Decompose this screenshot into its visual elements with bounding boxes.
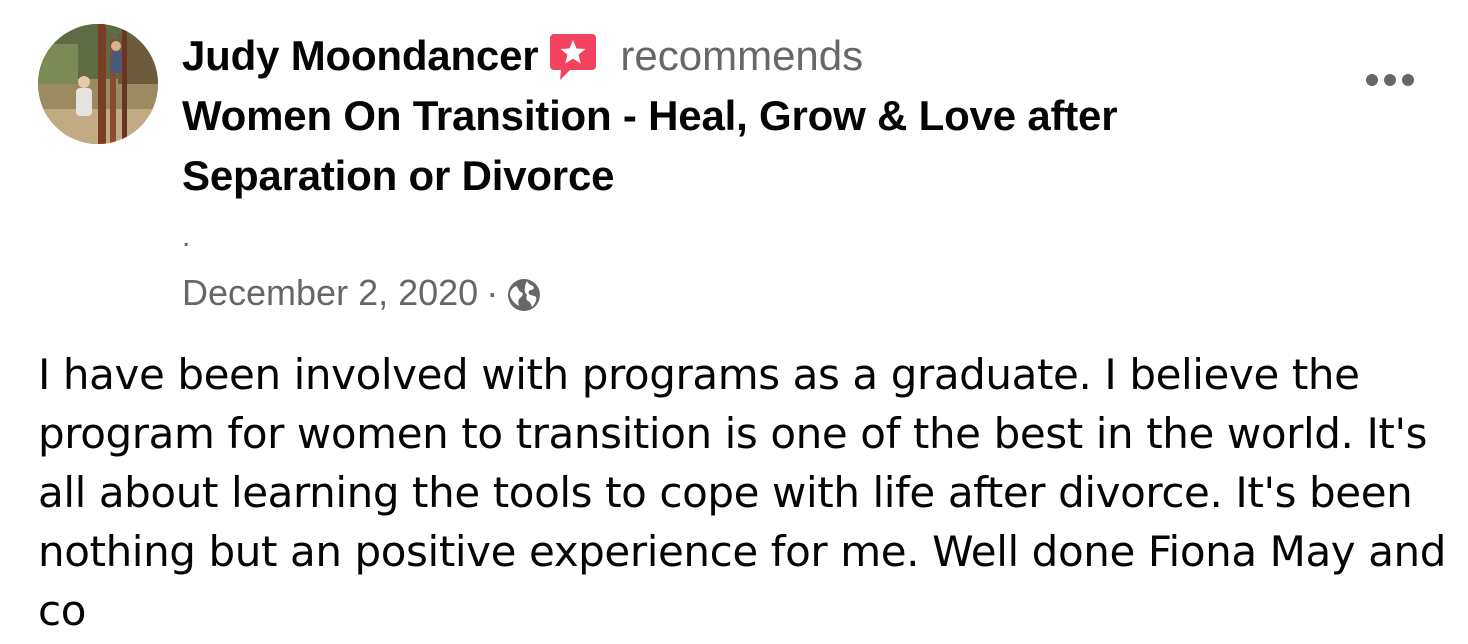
- globe-icon[interactable]: [506, 277, 542, 313]
- avatar[interactable]: [38, 24, 158, 144]
- recommends-label: recommends: [620, 32, 864, 79]
- more-options-button[interactable]: [1360, 60, 1420, 100]
- review-text: I have been involved with programs as a …: [38, 350, 1447, 635]
- avatar-photo: [38, 24, 158, 144]
- post-header: Judy Moondancer recommends Women On Tran…: [182, 26, 1282, 206]
- more-options-icon: [1366, 74, 1414, 86]
- meta-separator: ·: [486, 272, 499, 313]
- review-post: Judy Moondancer recommends Women On Tran…: [0, 0, 1468, 644]
- dot-separator: .: [182, 220, 191, 253]
- post-meta: December 2, 2020 ·: [182, 272, 542, 314]
- page-title[interactable]: Women On Transition - Heal, Grow & Love …: [182, 86, 1182, 206]
- star-speech-bubble-icon: [548, 32, 598, 84]
- header-line: Judy Moondancer recommends: [182, 26, 1282, 86]
- author-name[interactable]: Judy Moondancer: [182, 32, 539, 80]
- post-date[interactable]: December 2, 2020: [182, 272, 478, 314]
